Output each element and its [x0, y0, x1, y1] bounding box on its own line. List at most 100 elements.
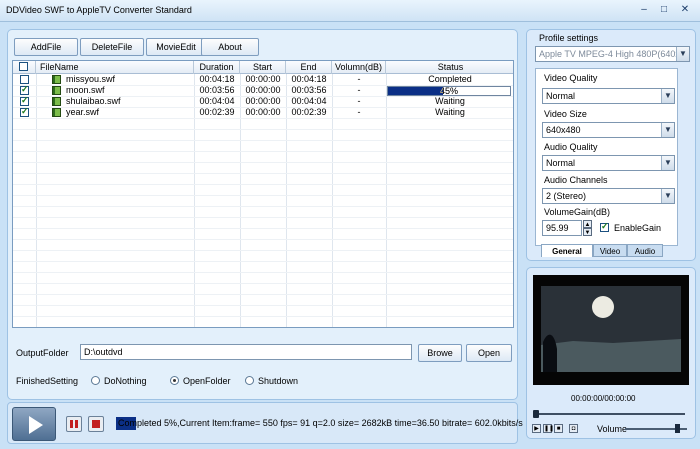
enable-gain-checkbox[interactable]	[600, 221, 609, 232]
file-duration: 00:04:04	[199, 96, 235, 106]
file-progress-bar: 45%	[387, 86, 511, 96]
seek-track[interactable]	[535, 413, 685, 415]
table-header: FileName Duration Start End Volumn(dB) S…	[13, 61, 513, 74]
preview-image	[533, 275, 689, 385]
file-name: missyou.swf	[66, 74, 116, 84]
table-row[interactable]: moon.swf 00:03:56 00:00:00 00:03:56 - 45…	[13, 84, 513, 96]
chevron-down-icon: ▼	[661, 123, 674, 137]
maximize-button[interactable]: □	[656, 3, 672, 17]
minimize-button[interactable]: –	[636, 3, 652, 17]
pause-icon[interactable]: ❚❚	[543, 424, 554, 433]
pause-button[interactable]	[66, 416, 82, 432]
pause-icon	[70, 420, 78, 428]
flash-file-icon	[52, 75, 61, 84]
header-filename[interactable]: FileName	[36, 61, 194, 74]
file-duration: 00:03:56	[199, 85, 235, 95]
shutdown-label[interactable]: Shutdown	[258, 376, 298, 386]
file-end: 00:04:18	[291, 74, 327, 84]
main-window: DDVideo SWF to AppleTV Converter Standar…	[0, 0, 700, 449]
table-row[interactable]: missyou.swf 00:04:18 00:00:00 00:04:18 -…	[13, 74, 513, 85]
video-size-select[interactable]: 640x480 ▼	[542, 122, 675, 138]
video-quality-select[interactable]: Normal ▼	[542, 88, 675, 104]
seek-handle[interactable]	[533, 410, 539, 418]
open-folder-label[interactable]: OpenFolder	[183, 376, 231, 386]
header-volume[interactable]: Volumn(dB)	[332, 61, 386, 74]
file-end: 00:04:04	[291, 96, 327, 106]
snapshot-icon[interactable]: ◘	[569, 424, 578, 433]
video-preview	[533, 275, 689, 385]
header-end[interactable]: End	[286, 61, 332, 74]
stop-button[interactable]	[88, 416, 104, 432]
volume-gain-input[interactable]: 95.99	[542, 220, 582, 236]
audio-quality-select[interactable]: Normal ▼	[542, 155, 675, 171]
open-folder-radio[interactable]	[170, 376, 179, 385]
tab-video[interactable]: Video	[593, 244, 627, 257]
file-status: Waiting	[435, 96, 465, 106]
stop-icon[interactable]: ■	[554, 424, 563, 433]
file-status: Completed	[428, 74, 472, 84]
table-row[interactable]: year.swf 00:02:39 00:00:00 00:02:39 - Wa…	[13, 106, 513, 118]
enable-gain-label[interactable]: EnableGain	[614, 223, 661, 233]
do-nothing-radio[interactable]	[91, 376, 100, 385]
add-file-button[interactable]: AddFile	[14, 38, 78, 56]
chevron-down-icon: ▼	[661, 89, 674, 103]
chevron-down-icon: ▼	[661, 156, 674, 170]
profile-select[interactable]: Apple TV MPEG-4 High 480P(640x480) ▼	[535, 46, 690, 62]
file-panel: AddFile DeleteFile MovieEdit About FileN…	[7, 29, 518, 400]
audio-channels-label: Audio Channels	[544, 175, 608, 185]
table-row[interactable]: shulaibao.swf 00:04:04 00:00:00 00:04:04…	[13, 95, 513, 107]
profile-settings-title: Profile settings	[539, 33, 599, 43]
title-bar: DDVideo SWF to AppleTV Converter Standar…	[0, 0, 700, 22]
about-button[interactable]: About	[201, 38, 259, 56]
row-checkbox[interactable]	[20, 106, 29, 117]
file-volume: -	[357, 107, 361, 117]
volume-gain-label: VolumeGain(dB)	[544, 207, 611, 217]
file-volume: -	[357, 85, 361, 95]
movie-edit-button[interactable]: MovieEdit	[146, 38, 206, 56]
header-start[interactable]: Start	[240, 61, 286, 74]
do-nothing-label[interactable]: DoNothing	[104, 376, 147, 386]
finished-setting-label: FinishedSetting	[16, 376, 79, 386]
row-checkbox[interactable]	[20, 95, 29, 106]
window-title: DDVideo SWF to AppleTV Converter Standar…	[6, 5, 192, 15]
flash-file-icon	[52, 108, 61, 117]
file-status: Waiting	[435, 107, 465, 117]
file-name: moon.swf	[66, 85, 105, 95]
preview-time: 00:00:00/00:00:00	[571, 394, 636, 403]
open-button[interactable]: Open	[466, 344, 512, 362]
row-checkbox[interactable]	[20, 75, 29, 84]
row-checkbox[interactable]	[20, 84, 29, 95]
file-end: 00:02:39	[291, 107, 327, 117]
file-status-progress: 45%	[387, 85, 511, 96]
status-text: Completed 5%,Current Item:frame= 550 fps…	[118, 418, 523, 428]
spin-up-icon[interactable]: ▲	[583, 220, 592, 228]
file-volume: -	[357, 74, 361, 84]
convert-play-button[interactable]	[12, 407, 56, 441]
volume-handle[interactable]	[675, 424, 680, 433]
chevron-down-icon: ▼	[676, 47, 689, 61]
close-button[interactable]: ✕	[677, 3, 693, 17]
output-folder-input[interactable]: D:\outdvd	[80, 344, 412, 360]
shutdown-radio[interactable]	[245, 376, 254, 385]
select-all-checkbox[interactable]	[19, 62, 28, 71]
play-icon	[29, 416, 43, 434]
tab-audio[interactable]: Audio	[627, 244, 663, 257]
tab-general[interactable]: General	[541, 244, 593, 257]
audio-channels-select[interactable]: 2 (Stereo) ▼	[542, 188, 675, 204]
stop-icon	[92, 420, 100, 428]
preview-panel: 00:00:00/00:00:00 ▶ ❚❚ ■ ◘ Volume	[526, 267, 696, 439]
output-folder-label: OutputFolder	[16, 348, 69, 358]
flash-file-icon	[52, 97, 61, 106]
flash-file-icon	[52, 86, 61, 95]
spin-down-icon[interactable]: ▼	[583, 228, 592, 236]
header-duration[interactable]: Duration	[194, 61, 240, 74]
delete-file-button[interactable]: DeleteFile	[80, 38, 144, 56]
play-icon[interactable]: ▶	[532, 424, 541, 433]
browse-button[interactable]: Browe	[418, 344, 462, 362]
file-duration: 00:04:18	[199, 74, 235, 84]
file-name: shulaibao.swf	[66, 96, 121, 106]
file-start: 00:00:00	[245, 96, 281, 106]
file-volume: -	[357, 96, 361, 106]
header-select-all[interactable]	[13, 61, 36, 74]
header-status[interactable]: Status	[386, 61, 513, 74]
